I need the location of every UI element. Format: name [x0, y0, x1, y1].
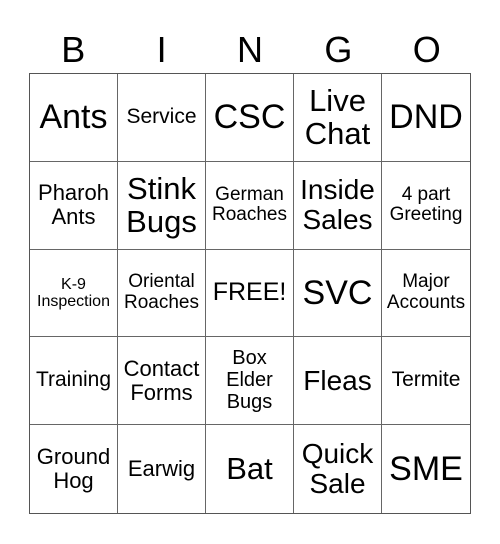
bingo-cell[interactable]: Training	[30, 337, 118, 426]
header-letter-n: N	[236, 29, 263, 70]
header-letter-g: G	[324, 29, 353, 70]
bingo-cell[interactable]: Service	[118, 74, 206, 162]
bingo-cell[interactable]: Bat	[206, 425, 294, 513]
bingo-cell[interactable]: Major Accounts	[382, 250, 470, 338]
bingo-cell[interactable]: Termite	[382, 337, 470, 426]
bingo-cell[interactable]: SME	[382, 425, 470, 513]
bingo-cell[interactable]: Pharoh Ants	[30, 161, 118, 250]
bingo-cell[interactable]: CSC	[206, 74, 294, 162]
header-letter-i: I	[156, 29, 167, 70]
bingo-cell[interactable]: 4 part Greeting	[382, 162, 470, 250]
bingo-cell[interactable]: Oriental Roaches	[118, 249, 206, 338]
bingo-cell[interactable]: Box Elder Bugs	[206, 337, 294, 426]
bingo-cell[interactable]: DND	[382, 74, 470, 162]
bingo-cell[interactable]: Fleas	[294, 337, 382, 426]
bingo-cell[interactable]: Ground Hog	[30, 425, 118, 513]
bingo-cell[interactable]: Earwig	[118, 425, 206, 513]
bingo-cell[interactable]: Live Chat	[294, 74, 382, 162]
bingo-header: B I N G O	[29, 28, 471, 72]
free-space[interactable]: FREE!	[206, 249, 294, 338]
header-letter-b: B	[61, 29, 86, 70]
bingo-cell[interactable]: Ants	[30, 74, 118, 162]
bingo-cell[interactable]: Quick Sale	[294, 425, 382, 513]
bingo-cell[interactable]: Stink Bugs	[118, 161, 206, 250]
bingo-cell[interactable]: Contact Forms	[118, 337, 206, 426]
bingo-grid: Ants Service CSC Live Chat DND Pharoh An…	[29, 73, 471, 514]
header-letter-o: O	[412, 29, 441, 70]
bingo-cell[interactable]: K-9 Inspection	[30, 249, 118, 338]
bingo-cell[interactable]: SVC	[294, 249, 382, 338]
bingo-cell[interactable]: Inside Sales	[294, 161, 382, 250]
bingo-cell[interactable]: German Roaches	[206, 161, 294, 250]
